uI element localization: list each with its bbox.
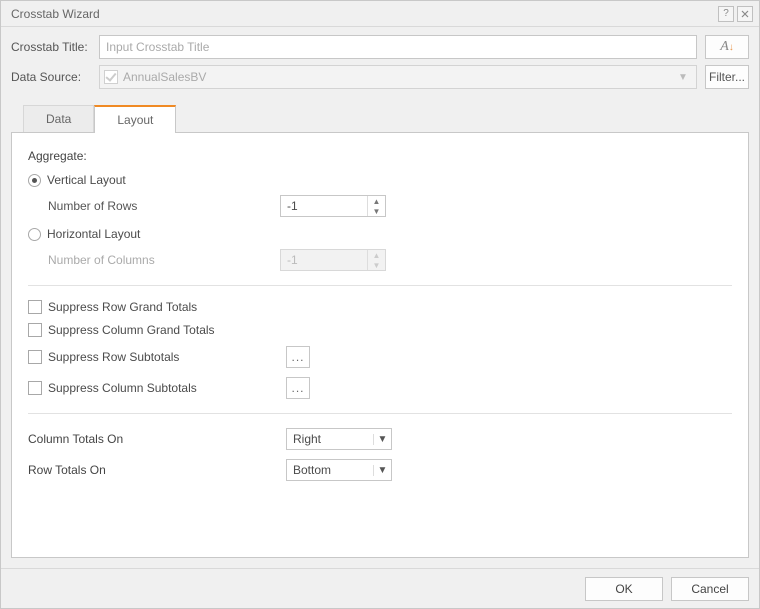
font-button[interactable]: A↓ [705, 35, 749, 59]
data-source-select[interactable]: AnnualSalesBV ▼ [99, 65, 697, 89]
rows-spinner-up[interactable]: ▲ [368, 196, 385, 206]
number-of-rows-spinner[interactable]: -1 ▲ ▼ [280, 195, 386, 217]
radio-vertical-layout[interactable] [28, 174, 41, 187]
data-source-value: AnnualSalesBV [123, 70, 674, 84]
col-totals-select[interactable]: Right ▼ [286, 428, 392, 450]
cols-spinner-buttons: ▲ ▼ [367, 250, 385, 270]
ok-button-label: OK [615, 582, 632, 596]
checkbox-suppress-row-sub[interactable] [28, 350, 42, 364]
vertical-layout-row: Vertical Layout [28, 173, 732, 187]
filter-button[interactable]: Filter... [705, 65, 749, 89]
col-totals-row: Column Totals On Right ▼ [28, 428, 732, 450]
aggregate-label: Aggregate: [28, 149, 732, 163]
checkbox-suppress-col-sub[interactable] [28, 381, 42, 395]
suppress-row-grand-row: Suppress Row Grand Totals [28, 300, 732, 314]
ok-button[interactable]: OK [585, 577, 663, 601]
chevron-down-icon: ▼ [674, 72, 692, 83]
tab-area: Data Layout Aggregate: Vertical Layout N… [11, 105, 749, 558]
suppress-col-sub-row: Suppress Column Subtotals ... [28, 377, 732, 399]
horizontal-layout-row: Horizontal Layout [28, 227, 732, 241]
number-of-rows-row: Number of Rows -1 ▲ ▼ [48, 195, 732, 217]
col-totals-value: Right [287, 432, 373, 446]
cols-spinner-up: ▲ [368, 250, 385, 260]
row-totals-select[interactable]: Bottom ▼ [286, 459, 392, 481]
close-button[interactable] [737, 6, 753, 22]
number-of-cols-label: Number of Columns [48, 253, 280, 267]
number-of-cols-spinner: -1 ▲ ▼ [280, 249, 386, 271]
tab-body-layout: Aggregate: Vertical Layout Number of Row… [11, 132, 749, 558]
titlebar-title: Crosstab Wizard [11, 7, 715, 21]
number-of-cols-value: -1 [281, 250, 367, 270]
suppress-row-sub-row: Suppress Row Subtotals ... [28, 346, 732, 368]
rows-spinner-buttons: ▲ ▼ [367, 196, 385, 216]
horizontal-layout-label: Horizontal Layout [47, 227, 140, 241]
suppress-col-grand-label: Suppress Column Grand Totals [48, 323, 286, 337]
crosstab-wizard-dialog: Crosstab Wizard ? Crosstab Title: A↓ Dat… [0, 0, 760, 609]
rows-spinner-down[interactable]: ▼ [368, 206, 385, 216]
suppress-col-grand-row: Suppress Column Grand Totals [28, 323, 732, 337]
separator-1 [28, 285, 732, 286]
more-label: ... [291, 350, 304, 364]
tab-strip: Data Layout [11, 105, 749, 133]
row-totals-label: Row Totals On [28, 463, 286, 477]
cancel-button-label: Cancel [691, 582, 728, 596]
number-of-rows-label: Number of Rows [48, 199, 280, 213]
titlebar: Crosstab Wizard ? [1, 1, 759, 27]
checkbox-suppress-row-grand[interactable] [28, 300, 42, 314]
data-source-row: Data Source: AnnualSalesBV ▼ Filter... [11, 65, 749, 89]
row-totals-value: Bottom [287, 463, 373, 477]
crosstab-title-label: Crosstab Title: [11, 40, 99, 54]
tab-data[interactable]: Data [23, 105, 94, 133]
font-icon: A↓ [720, 39, 734, 55]
chevron-down-icon: ▼ [373, 434, 391, 445]
checkbox-suppress-col-grand[interactable] [28, 323, 42, 337]
col-subtotals-more-button[interactable]: ... [286, 377, 310, 399]
more-label-2: ... [291, 381, 304, 395]
suppress-col-sub-label: Suppress Column Subtotals [48, 381, 286, 395]
suppress-row-sub-label: Suppress Row Subtotals [48, 350, 286, 364]
row-totals-row: Row Totals On Bottom ▼ [28, 459, 732, 481]
row-subtotals-more-button[interactable]: ... [286, 346, 310, 368]
col-totals-label: Column Totals On [28, 432, 286, 446]
tab-data-label: Data [46, 112, 71, 126]
vertical-layout-label: Vertical Layout [47, 173, 126, 187]
cancel-button[interactable]: Cancel [671, 577, 749, 601]
tab-layout[interactable]: Layout [94, 105, 176, 133]
crosstab-title-row: Crosstab Title: A↓ [11, 35, 749, 59]
dialog-content: Crosstab Title: A↓ Data Source: AnnualSa… [1, 27, 759, 568]
help-button[interactable]: ? [718, 6, 734, 22]
tab-layout-label: Layout [117, 113, 153, 127]
data-source-label: Data Source: [11, 70, 99, 84]
crosstab-title-input[interactable] [99, 35, 697, 59]
close-icon [741, 10, 749, 18]
cols-spinner-down: ▼ [368, 260, 385, 270]
datasource-check-icon [104, 70, 118, 84]
separator-2 [28, 413, 732, 414]
number-of-rows-value: -1 [281, 196, 367, 216]
suppress-row-grand-label: Suppress Row Grand Totals [48, 300, 286, 314]
number-of-cols-row: Number of Columns -1 ▲ ▼ [48, 249, 732, 271]
radio-horizontal-layout[interactable] [28, 228, 41, 241]
dialog-footer: OK Cancel [1, 568, 759, 608]
chevron-down-icon: ▼ [373, 465, 391, 476]
filter-button-label: Filter... [709, 70, 745, 84]
